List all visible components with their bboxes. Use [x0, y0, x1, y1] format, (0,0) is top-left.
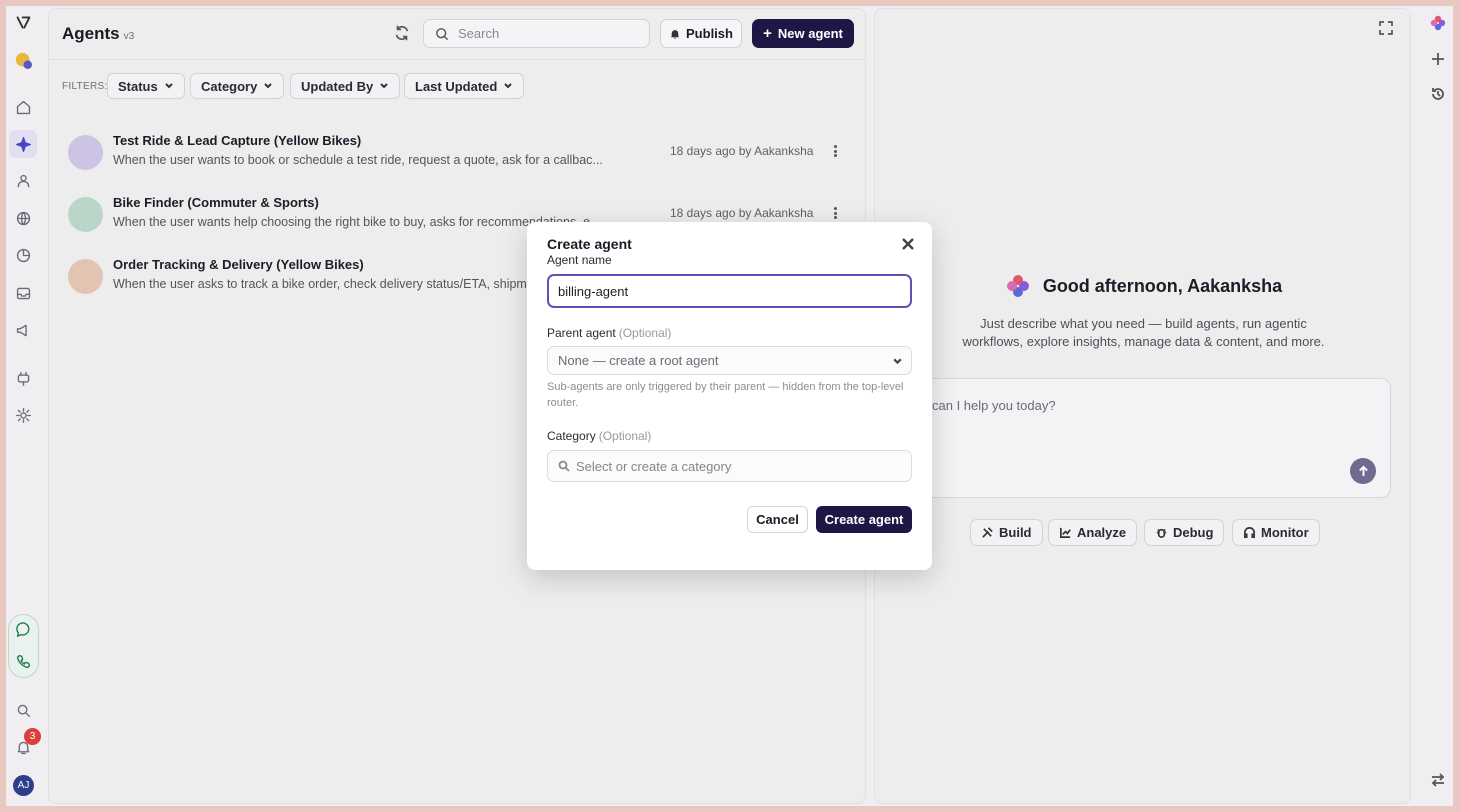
create-agent-dialog: Create agent Agent name Parent agent(Opt… [527, 222, 932, 570]
parent-agent-label-text: Parent agent [547, 326, 616, 340]
optional-tag: (Optional) [618, 326, 672, 340]
agent-name-label: Agent name [547, 253, 612, 267]
dialog-title: Create agent [547, 236, 632, 252]
create-agent-button[interactable]: Create agent [816, 506, 912, 533]
category-label-text: Category [547, 429, 596, 443]
app-root: 3 AJ Agents v3 Search Publish + New agent… [0, 0, 1459, 812]
search-icon [558, 460, 570, 472]
parent-agent-select[interactable]: None — create a root agent [547, 346, 912, 375]
parent-agent-hint: Sub-agents are only triggered by their p… [547, 381, 904, 409]
category-placeholder: Select or create a category [576, 458, 732, 474]
optional-tag: (Optional) [598, 429, 652, 443]
parent-agent-value: None — create a root agent [558, 353, 719, 368]
category-label: Category (Optional) [547, 429, 651, 443]
category-combobox[interactable]: Select or create a category [547, 450, 912, 482]
cancel-button[interactable]: Cancel [747, 506, 808, 533]
close-icon[interactable] [901, 237, 917, 253]
agent-name-input[interactable] [547, 274, 912, 308]
chevron-down-icon [893, 358, 902, 365]
parent-agent-label: Parent agent (Optional) [547, 326, 671, 340]
